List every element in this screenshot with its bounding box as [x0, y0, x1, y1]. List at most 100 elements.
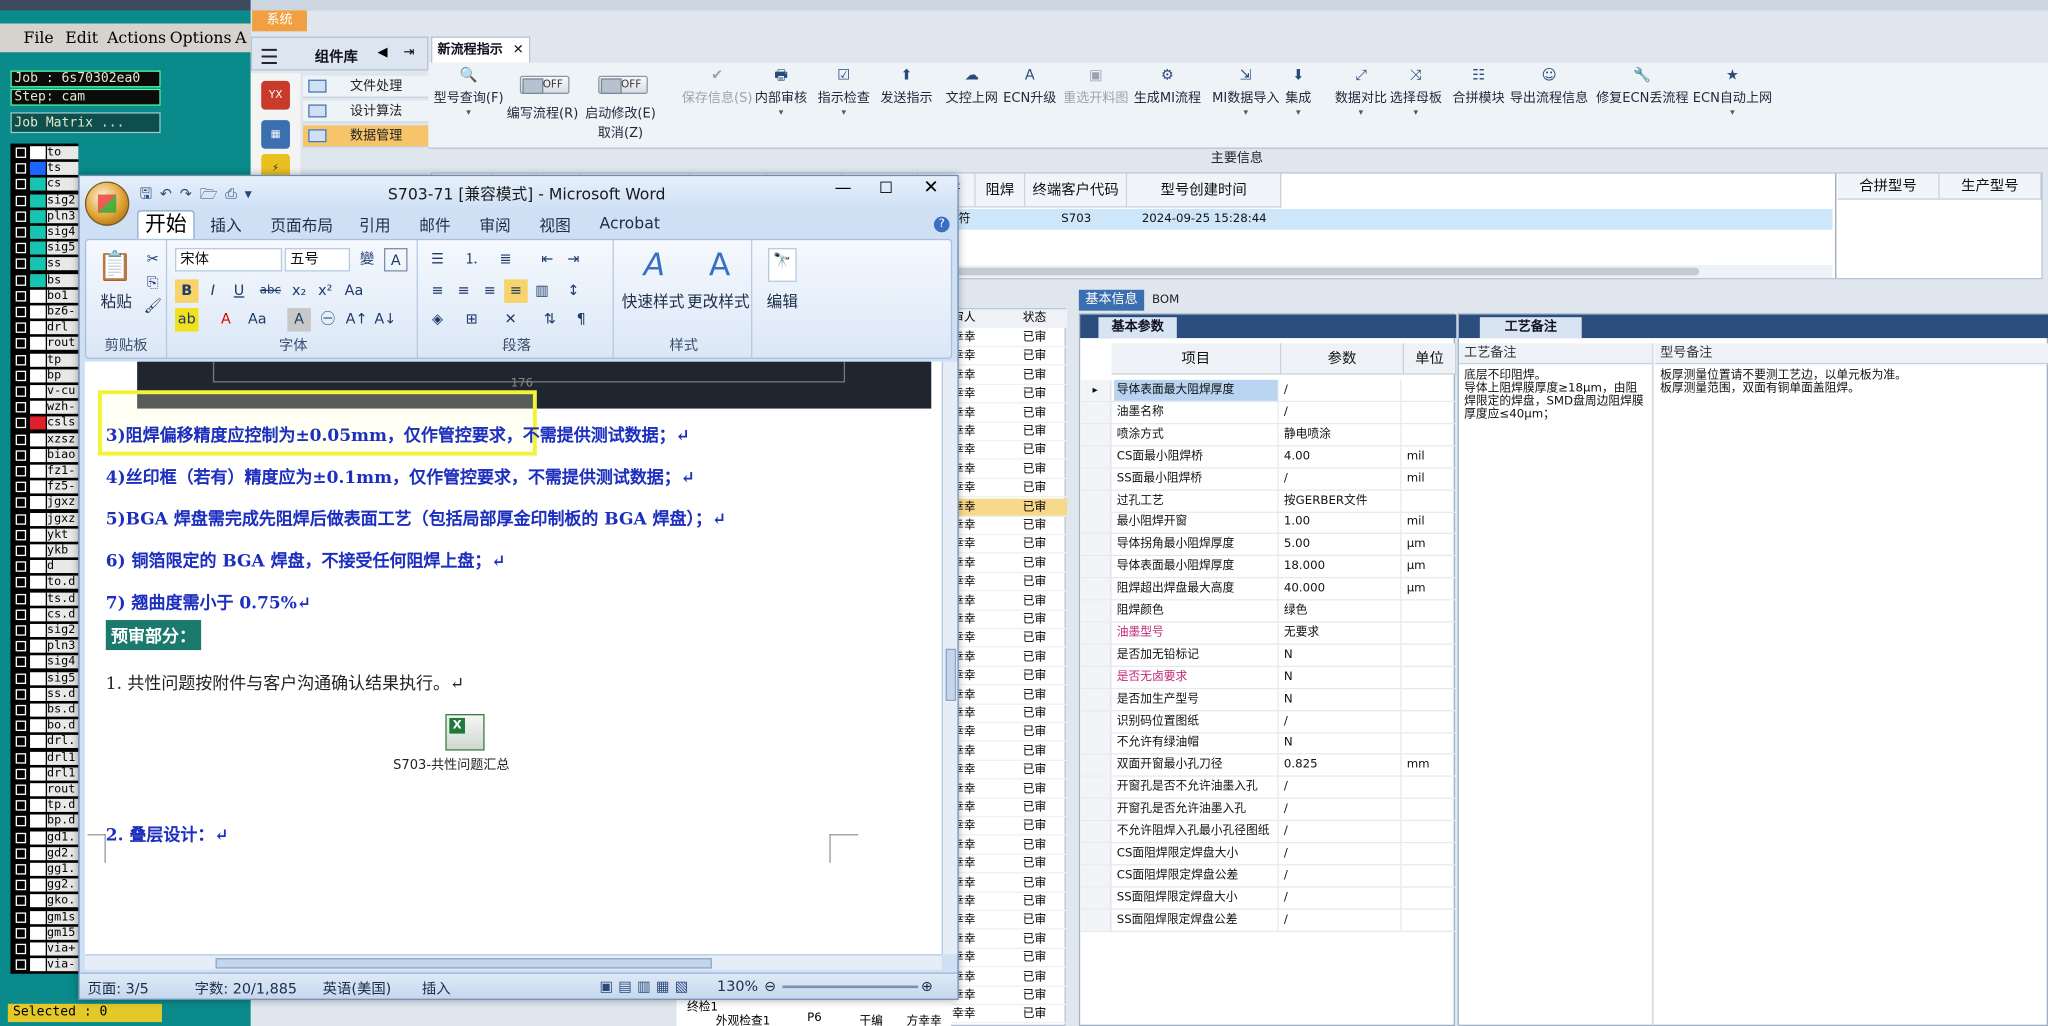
layer-row[interactable]: gko. — [10, 894, 79, 908]
layer-row[interactable]: ts — [10, 162, 79, 176]
layer-name[interactable]: bs — [47, 273, 79, 287]
layer-row[interactable]: bs.d — [10, 703, 79, 717]
yx-logo-icon[interactable]: YX — [261, 80, 290, 110]
layer-checkbox[interactable] — [15, 816, 27, 827]
layer-checkbox[interactable] — [15, 545, 27, 557]
grid-splitter[interactable] — [1835, 173, 1837, 279]
borders-icon[interactable]: ⊞ — [460, 308, 484, 331]
toolbar-button[interactable]: ⤨ 选择母板 ▾ — [1390, 67, 1442, 119]
list-item[interactable]: 幸幸 已审 — [949, 799, 1068, 818]
list-item[interactable]: 幸幸 已审 — [949, 573, 1068, 592]
layer-row[interactable]: rout — [10, 783, 79, 797]
binoculars-icon[interactable]: 🔭 — [767, 248, 797, 282]
list-item[interactable]: 幸幸 已审 — [949, 780, 1068, 799]
layer-name[interactable]: wzh- — [47, 400, 79, 415]
param-row[interactable]: 是否加生产型号 N — [1080, 688, 1457, 711]
param-value[interactable]: 40.000 — [1281, 578, 1402, 600]
sidebar-item-design-algorithm[interactable]: 设计算法 — [303, 100, 429, 123]
layer-checkbox[interactable] — [15, 641, 27, 652]
tab-bom[interactable]: BOM — [1152, 290, 1179, 311]
layer-row[interactable]: gm15 — [10, 926, 79, 940]
param-row[interactable]: 双面开窗最小孔刀径 0.825 mm — [1080, 754, 1457, 778]
param-row[interactable]: 识别码位置图纸 / — [1080, 710, 1457, 733]
layer-name[interactable]: bz6- — [47, 305, 79, 319]
layer-name[interactable]: to — [47, 146, 79, 160]
menu-options[interactable]: Options — [170, 29, 232, 47]
menu-edit[interactable]: Edit — [65, 29, 98, 47]
maximize-icon[interactable]: ☐ — [879, 179, 893, 197]
layer-name[interactable]: fz5- — [47, 480, 79, 494]
list-item[interactable]: 幸幸 已审 — [949, 893, 1068, 912]
font-size-select[interactable]: 五号 — [284, 248, 351, 272]
list-item[interactable]: 幸幸 已审 — [949, 648, 1068, 667]
layer-checkbox[interactable] — [15, 832, 27, 843]
param-value[interactable]: / — [1281, 798, 1402, 820]
param-value[interactable]: / — [1281, 401, 1402, 423]
decrease-indent-icon[interactable]: ⇤ — [536, 248, 560, 271]
layer-name[interactable]: rout — [47, 337, 79, 351]
chevron-down-icon[interactable]: ▾ — [1285, 106, 1311, 119]
list-item[interactable]: 幸幸 已审 — [949, 818, 1068, 836]
layer-checkbox[interactable] — [15, 322, 27, 334]
layer-row[interactable]: to.d — [10, 576, 79, 590]
layer-row[interactable]: sig4 — [10, 225, 79, 239]
zoom-slider[interactable] — [782, 985, 919, 989]
list-item[interactable]: 幸幸 已审 — [949, 611, 1068, 630]
layer-checkbox[interactable] — [15, 688, 27, 700]
italic-icon[interactable]: I — [201, 279, 225, 302]
layer-name[interactable]: ss — [47, 257, 79, 271]
list-item[interactable]: 幸幸 已审 — [949, 385, 1068, 404]
paste-label[interactable]: 粘贴 — [94, 290, 138, 312]
layer-row[interactable]: drl1 — [10, 751, 79, 765]
help-icon[interactable]: ? — [933, 216, 950, 233]
scroll-thumb[interactable] — [945, 648, 957, 701]
layer-checkbox[interactable] — [15, 402, 27, 413]
param-row[interactable]: 最小阻焊开窗 1.00 mil — [1080, 512, 1457, 535]
toolbar-button[interactable]: ⚙ 生成MI流程 — [1134, 67, 1201, 106]
layer-row[interactable]: gd1. — [10, 830, 79, 845]
copy-icon[interactable]: ⎘ — [141, 272, 165, 295]
layer-row[interactable]: sig2 — [10, 193, 79, 208]
layer-name[interactable]: gm1s — [47, 910, 79, 924]
multilevel-list-icon[interactable]: ≣ — [494, 248, 518, 271]
layer-name[interactable]: drl. — [47, 735, 79, 749]
param-row[interactable]: 导体表面最小阻焊厚度 18.000 μm — [1080, 556, 1457, 579]
column-header[interactable]: 生产型号 — [1939, 173, 2042, 200]
quick-styles-icon[interactable]: A — [637, 245, 671, 284]
layer-checkbox[interactable] — [15, 720, 27, 732]
layer-name[interactable]: cs.d — [47, 608, 79, 622]
step-field[interactable]: Step: cam — [10, 88, 161, 106]
clear-format-icon[interactable]: Aa — [342, 279, 366, 302]
layer-row[interactable]: tp — [10, 353, 79, 367]
paragraph-3[interactable]: 3)阻焊偏移精度应控制为±0.05mm，仅作管控要求，不需提供测试数据；↵ — [106, 422, 690, 447]
tab-view[interactable]: 视图 — [539, 214, 570, 236]
layer-row[interactable]: sig5 — [10, 241, 79, 255]
close-icon[interactable]: ✕ — [923, 178, 938, 199]
param-row[interactable]: ▸ 导体表面最大阻焊厚度 / — [1080, 379, 1457, 403]
param-value[interactable]: N — [1281, 732, 1402, 754]
layer-name[interactable]: xzsz — [47, 432, 79, 446]
list-item[interactable]: 幸幸 已审 — [949, 517, 1068, 536]
list-item[interactable]: 幸幸 已审 — [949, 742, 1068, 761]
layer-name[interactable]: pln3 — [47, 639, 79, 653]
page-indicator[interactable]: 页面: 3/5 — [88, 978, 149, 999]
list-item[interactable]: 幸幸 已审 — [949, 479, 1068, 498]
char-shading-icon[interactable]: A — [287, 308, 311, 332]
layer-name[interactable]: pln3 — [47, 209, 79, 223]
param-value[interactable]: / — [1281, 776, 1402, 798]
increase-indent-icon[interactable]: ⇥ — [562, 248, 586, 271]
column-splitter[interactable] — [1652, 343, 1654, 1026]
list-item[interactable]: 幸幸 已审 — [949, 630, 1068, 648]
layer-row[interactable]: bo1 — [10, 289, 79, 303]
layer-checkbox[interactable] — [15, 163, 27, 174]
param-row[interactable]: 过孔工艺 按GERBER文件 — [1080, 490, 1457, 513]
word-count[interactable]: 字数: 20/1,885 — [195, 978, 297, 999]
embedded-object-label[interactable]: S703-共性问题汇总 — [393, 753, 509, 772]
layer-name[interactable]: sig5 — [47, 241, 79, 255]
layer-checkbox[interactable] — [15, 848, 27, 859]
layer-row[interactable]: gg1. — [10, 862, 79, 876]
menu-more[interactable]: A — [235, 29, 246, 47]
layer-checkbox[interactable] — [15, 736, 27, 748]
vertical-scrollbar[interactable] — [941, 361, 958, 955]
toolbar-button[interactable]: OFF 启动修改(E) 取消(Z) — [585, 68, 656, 141]
